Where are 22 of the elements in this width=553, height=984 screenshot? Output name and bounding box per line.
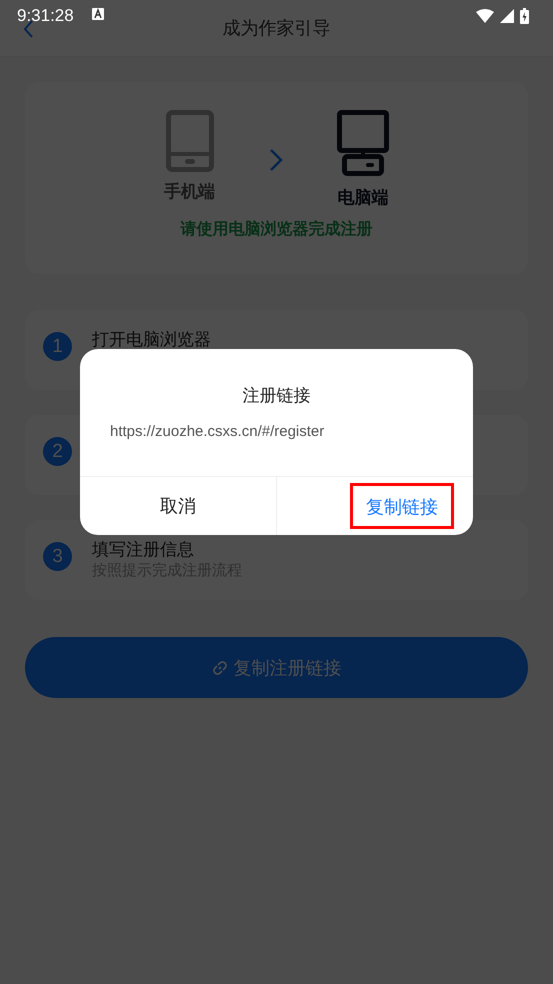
step-number: 3 bbox=[43, 542, 72, 571]
step-number: 1 bbox=[43, 332, 72, 361]
step-number: 2 bbox=[43, 437, 72, 466]
battery-icon bbox=[520, 8, 529, 24]
device-label: 电脑端 bbox=[338, 187, 388, 209]
keyboard-icon bbox=[92, 8, 104, 20]
cancel-button[interactable]: 取消 bbox=[146, 483, 210, 529]
link-icon bbox=[212, 660, 228, 676]
status-time: 9:31:28 bbox=[17, 6, 74, 26]
step-title: 打开电脑浏览器 bbox=[92, 329, 211, 351]
signal-icon bbox=[500, 9, 514, 23]
back-icon[interactable] bbox=[24, 20, 34, 38]
page-title: 成为作家引导 bbox=[222, 17, 330, 40]
phone-icon bbox=[166, 110, 214, 172]
copy-link-button[interactable]: 复制链接 bbox=[350, 483, 454, 529]
dialog-title: 注册链接 bbox=[242, 385, 310, 407]
register-url: https://zuozhe.csxs.cn/#/register bbox=[110, 423, 326, 440]
notice-text: 请使用电脑浏览器完成注册 bbox=[180, 219, 372, 240]
step-title: 填写注册信息 bbox=[92, 539, 195, 561]
chevron-right-icon bbox=[269, 148, 283, 172]
wifi-icon bbox=[476, 9, 494, 23]
desktop-computer-icon bbox=[337, 110, 389, 176]
